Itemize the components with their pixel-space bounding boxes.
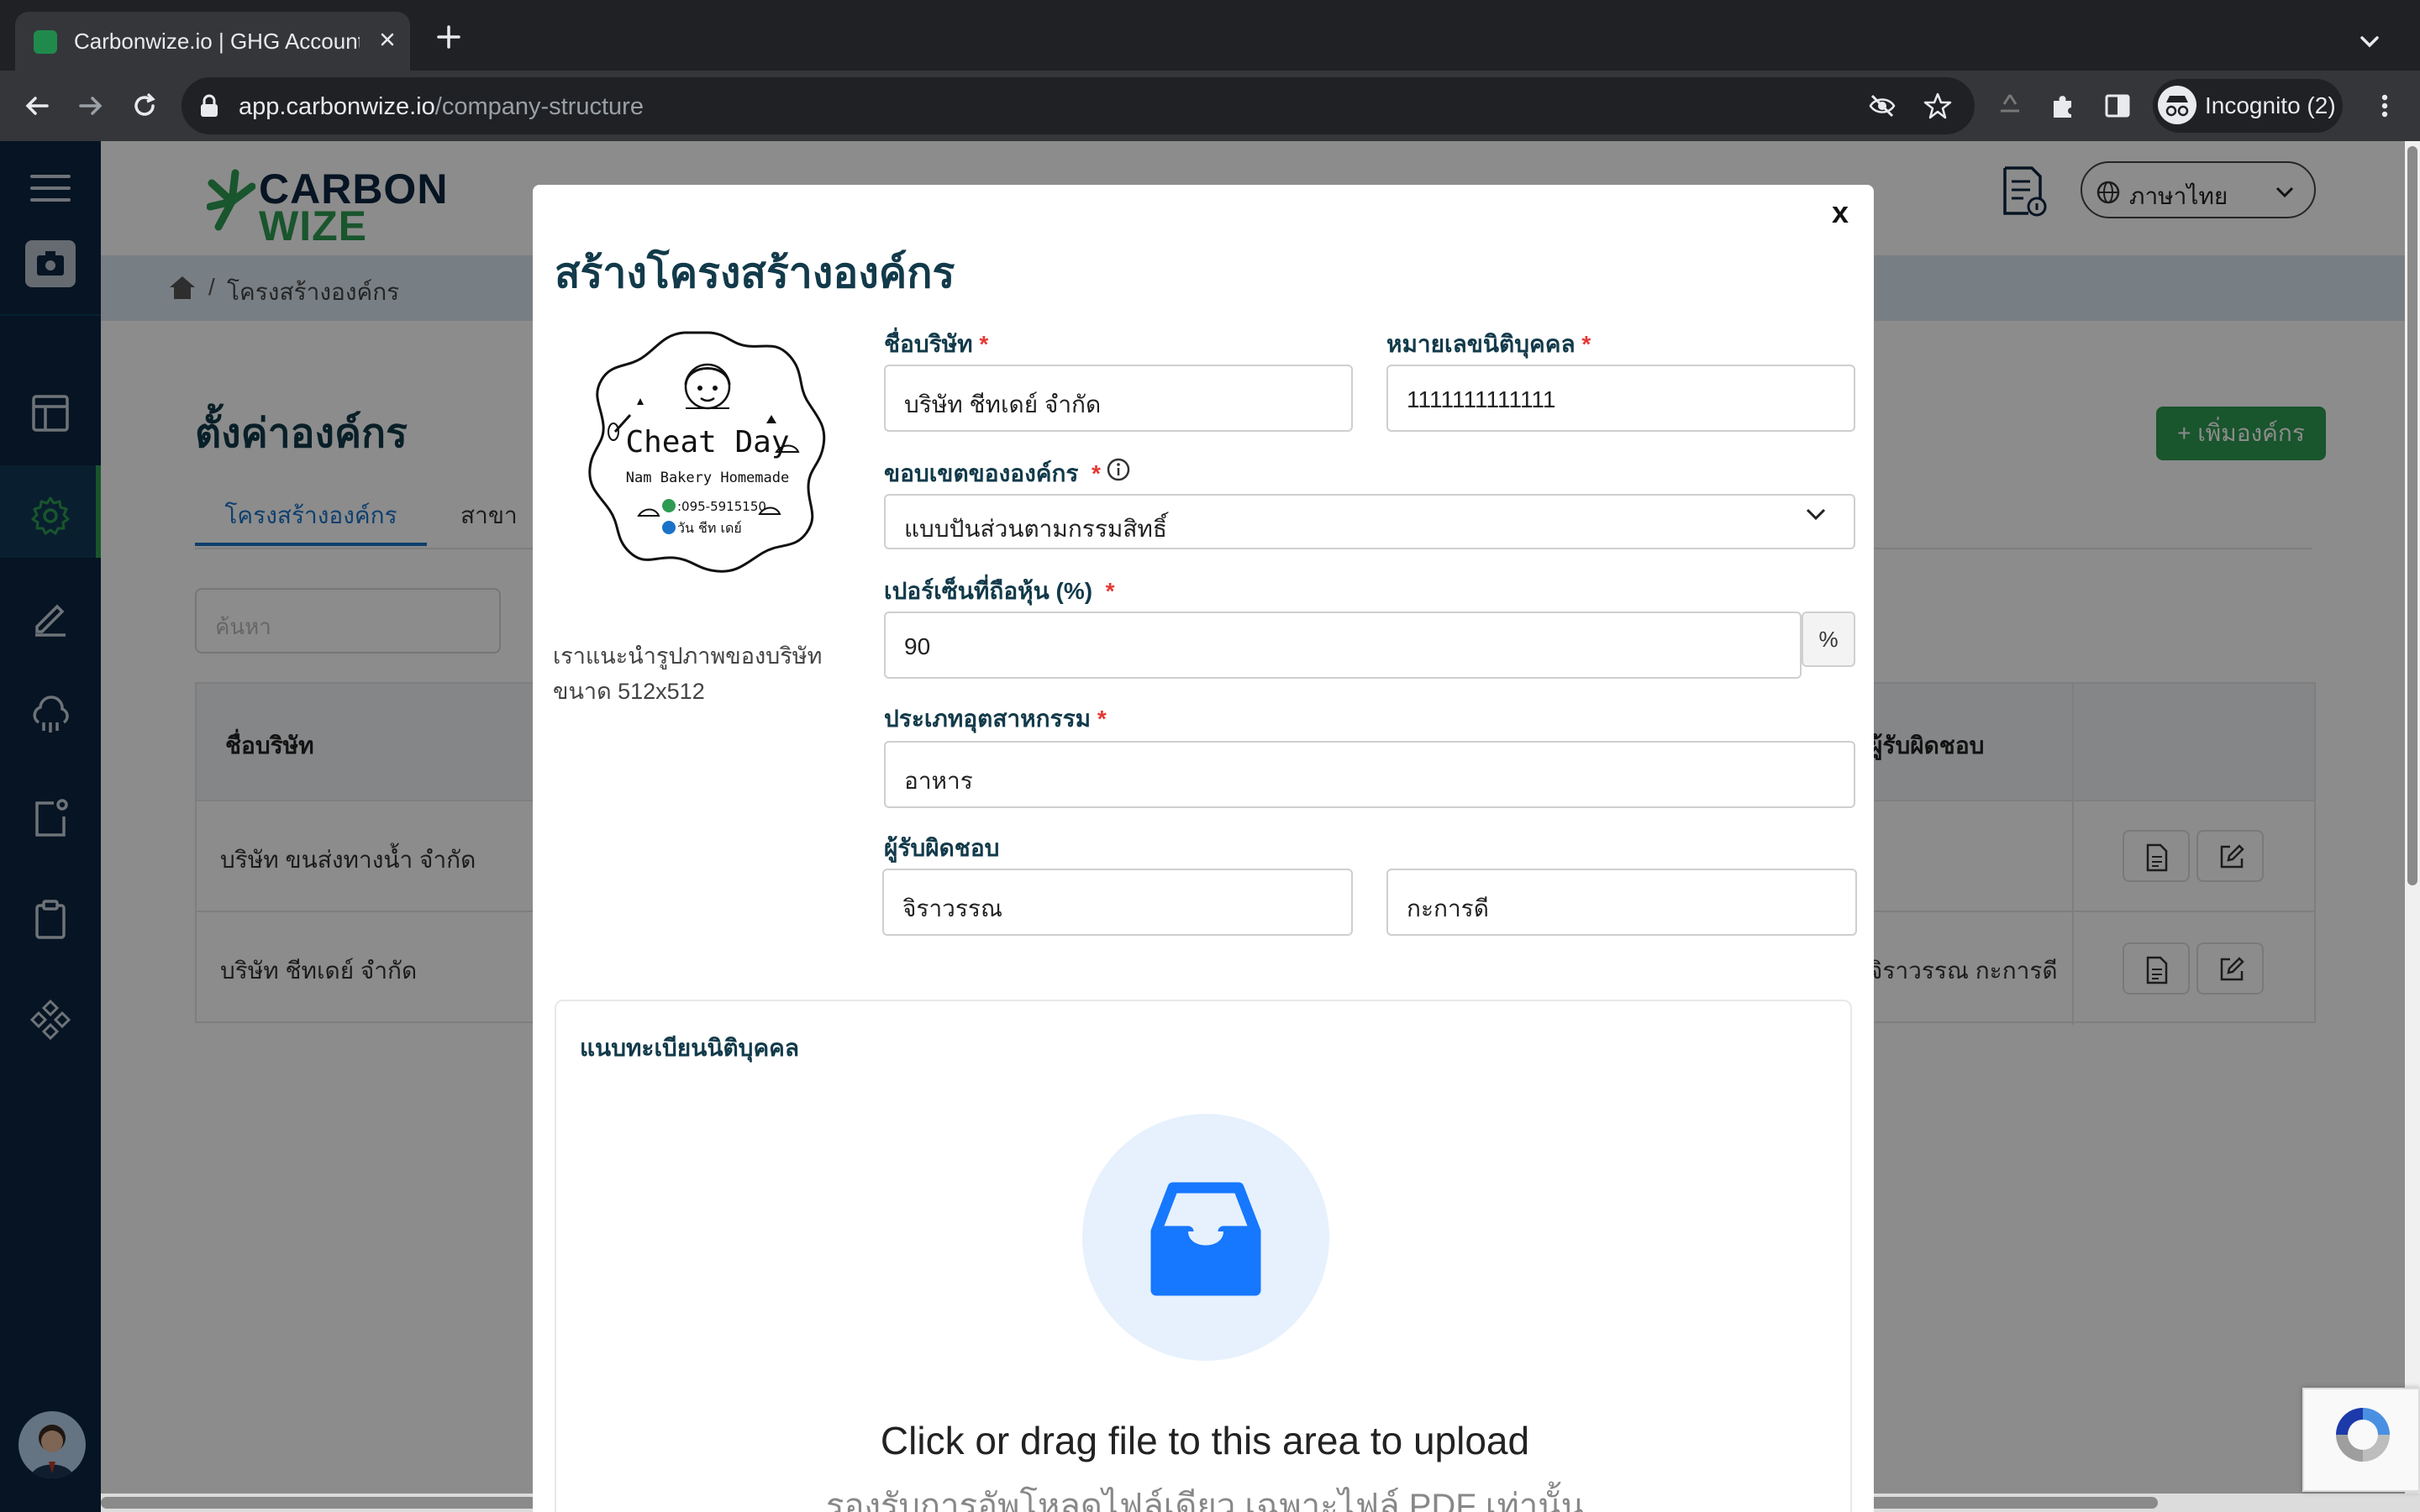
tab-search-chevron-icon[interactable] [2353, 25, 2386, 59]
browser-tab[interactable]: Carbonwize.io | GHG Accounting [15, 12, 410, 71]
recycle-extension-icon[interactable] [1993, 89, 2027, 123]
industry-field[interactable]: อาหาร [884, 741, 1855, 808]
new-tab-icon[interactable] [434, 22, 464, 52]
back-icon[interactable] [20, 89, 54, 123]
required-mark: * [1105, 578, 1115, 604]
url-host: app.carbonwize.io [239, 93, 435, 120]
incognito-profile-button[interactable]: Incognito (2) [2153, 79, 2343, 133]
tab-close-icon[interactable] [375, 27, 400, 52]
modal-title: สร้างโครงสร้างองค์กร [555, 249, 955, 297]
forward-icon[interactable] [74, 89, 108, 123]
incognito-label: Incognito (2) [2205, 92, 2336, 118]
industry-label: ประเภทอุตสาหกรรม * [884, 701, 1107, 738]
owner-label: ผู้รับผิดชอบ [884, 835, 1000, 861]
company-name-label: ชื่อบริษัท * [884, 326, 988, 363]
logo-text-phone: :095-5915150 [677, 499, 766, 514]
extensions-puzzle-icon[interactable] [2047, 89, 2081, 123]
logo-text-facebook: วัน ชีท เดย์ [677, 520, 742, 536]
vertical-scrollbar[interactable] [2405, 141, 2420, 1494]
juristic-registration-upload[interactable]: แนบทะเบียนนิติบุคคล Click or drag file t… [555, 1000, 1852, 1512]
lock-icon[interactable] [198, 94, 220, 118]
share-percent-label: เปอร์เซ็นที่ถือหุ้น (%) * [884, 573, 1115, 610]
share-percent-label-text: เปอร์เซ็นที่ถือหุ้น (%) [884, 578, 1093, 604]
address-bar[interactable]: app.carbonwize.io/company-structure [182, 77, 1975, 134]
juristic-id-label: หมายเลขนิติบุคคล * [1386, 326, 1591, 363]
upload-instruction: Click or drag file to this area to uploa… [880, 1419, 1530, 1462]
vertical-scrollbar-thumb[interactable] [2407, 146, 2417, 885]
close-button[interactable]: x [1823, 195, 1857, 237]
org-scope-select[interactable]: แบบปันส่วนตามกรรมสิทธิ์ [884, 494, 1855, 549]
company-name-label-text: ชื่อบริษัท [884, 331, 973, 357]
chevron-down-icon[interactable] [1803, 506, 1828, 522]
upload-dropzone-icon-bg [1082, 1114, 1329, 1361]
url-path: /company-structure [434, 93, 644, 120]
logo-size-hint: เราแนะนำรูปภาพของบริษัท ขนาด 512x512 [553, 643, 823, 704]
owner-first-name-field[interactable]: จิราวรรณ [882, 869, 1353, 936]
url-text: app.carbonwize.io/company-structure [239, 93, 644, 121]
industry-label-text: ประเภทอุตสาหกรรม [884, 706, 1092, 732]
create-org-modal: x สร้างโครงสร้างองค์กร Cheat Day Nam Bak… [533, 185, 1874, 1512]
upload-label: แนบทะเบียนนิติบุคคล [580, 1035, 800, 1061]
star-icon[interactable] [1923, 91, 1953, 121]
eye-slash-icon[interactable] [1867, 91, 1897, 121]
recaptcha-badge[interactable] [2302, 1388, 2420, 1492]
juristic-id-field[interactable]: 1111111111111 [1386, 365, 1855, 432]
required-mark: * [1581, 331, 1591, 357]
browser-tabbar: Carbonwize.io | GHG Accounting [0, 0, 2420, 71]
share-percent-field[interactable]: 90 [884, 612, 1802, 679]
inbox-icon [1150, 1182, 1261, 1296]
incognito-icon [2158, 86, 2196, 124]
company-logo-upload[interactable]: Cheat Day Nam Bakery Homemade :095-59151… [583, 326, 832, 576]
required-mark: * [1092, 460, 1101, 486]
org-scope-label-text: ขอบเขตขององค์กร [884, 460, 1079, 486]
info-icon[interactable] [1106, 457, 1131, 482]
reload-icon[interactable] [128, 89, 161, 123]
owner-last-name-field[interactable]: กะการดี [1386, 869, 1857, 936]
side-panel-icon[interactable] [2101, 89, 2134, 123]
recaptcha-icon [2336, 1408, 2390, 1462]
carbonwize-favicon-icon [34, 30, 57, 54]
org-scope-label: ขอบเขตขององค์กร * [884, 455, 1101, 492]
juristic-id-label-text: หมายเลขนิติบุคคล [1386, 331, 1576, 357]
browser-menu-icon[interactable] [2368, 89, 2402, 123]
company-name-field[interactable]: บริษัท ชีทเดย์ จำกัด [884, 365, 1353, 432]
logo-text-bakery: Nam Bakery Homemade [626, 470, 789, 486]
percent-suffix: % [1802, 612, 1855, 667]
tab-title: Carbonwize.io | GHG Accounting [74, 29, 360, 54]
upload-hint: รองรับการอัพโหลดไฟล์เดียว เฉพาะไฟล์ PDF … [825, 1488, 1584, 1512]
required-mark: * [979, 331, 989, 357]
logo-text-cheat-day: Cheat Day [625, 425, 789, 459]
browser-toolbar: app.carbonwize.io/company-structure Inco… [0, 71, 2420, 141]
required-mark: * [1097, 706, 1107, 732]
company-logo-image: Cheat Day Nam Bakery Homemade :095-59151… [588, 331, 826, 573]
